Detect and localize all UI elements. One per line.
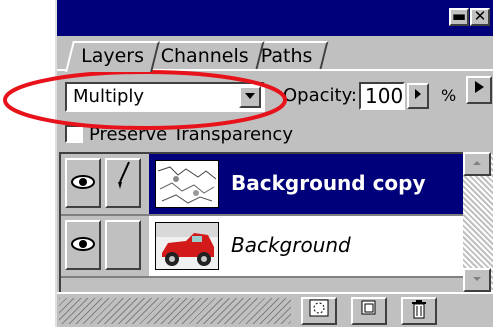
new-layer-icon	[361, 300, 376, 315]
opacity-unit: %	[441, 86, 457, 105]
preserve-transparency-row[interactable]: Preserve Transparency	[65, 124, 293, 146]
triangle-down-icon	[473, 277, 481, 281]
palette-menu-arrow[interactable]	[466, 76, 492, 104]
preserve-transparency-label: Preserve Transparency	[89, 124, 293, 145]
tab-strip: Paths Channels Layers	[57, 36, 493, 104]
layer-background-copy[interactable]: Background copy	[149, 154, 463, 214]
triangle-up-icon	[473, 161, 481, 165]
tab-layers[interactable]: Layers	[65, 41, 160, 72]
trash-icon	[412, 300, 426, 319]
layer-mask-button[interactable]	[301, 297, 337, 325]
brush-slot[interactable]	[105, 220, 141, 270]
layer-background[interactable]: Background	[149, 216, 463, 276]
triangle-right-icon	[415, 89, 421, 99]
palette-titlebar[interactable]: ▬ ✕	[57, 0, 493, 36]
opacity-slider-button[interactable]	[407, 83, 429, 109]
scroll-down-button[interactable]	[463, 268, 491, 292]
opacity-input[interactable]: 100	[359, 82, 405, 110]
layer-thumbnail	[155, 160, 219, 208]
opacity-label: Opacity:	[283, 85, 357, 106]
blend-mode-select[interactable]: Multiply	[65, 82, 265, 112]
layer-row[interactable]: Background copy	[61, 154, 463, 216]
dropdown-arrow-icon[interactable]	[239, 86, 261, 108]
brush-icon[interactable]	[105, 158, 141, 208]
blend-mode-value: Multiply	[73, 86, 145, 107]
layer-mask-icon	[309, 299, 329, 317]
layer-name: Background copy	[231, 171, 426, 195]
tab-channels[interactable]: Channels	[145, 41, 265, 69]
palette-bottom-bar	[57, 292, 493, 327]
layer-thumbnail	[155, 222, 219, 270]
new-layer-button[interactable]	[351, 297, 387, 325]
layer-name: Background	[231, 233, 351, 257]
triangle-right-icon	[475, 81, 484, 93]
preserve-transparency-checkbox[interactable]	[65, 125, 83, 143]
layers-scrollbar[interactable]	[463, 152, 493, 292]
close-button[interactable]: ✕	[470, 8, 490, 26]
eye-icon[interactable]	[65, 158, 101, 208]
layers-list: Background copy Background	[59, 152, 463, 292]
scroll-up-button[interactable]	[463, 152, 491, 176]
bottom-bar-hatch	[59, 298, 291, 324]
layers-palette: ▬ ✕ Paths Channels Layers Multiply Opaci…	[55, 0, 493, 327]
eye-icon[interactable]	[65, 220, 101, 270]
minimize-button[interactable]: ▬	[449, 8, 469, 26]
layer-row[interactable]: Background	[61, 216, 463, 278]
delete-layer-button[interactable]	[401, 297, 437, 325]
